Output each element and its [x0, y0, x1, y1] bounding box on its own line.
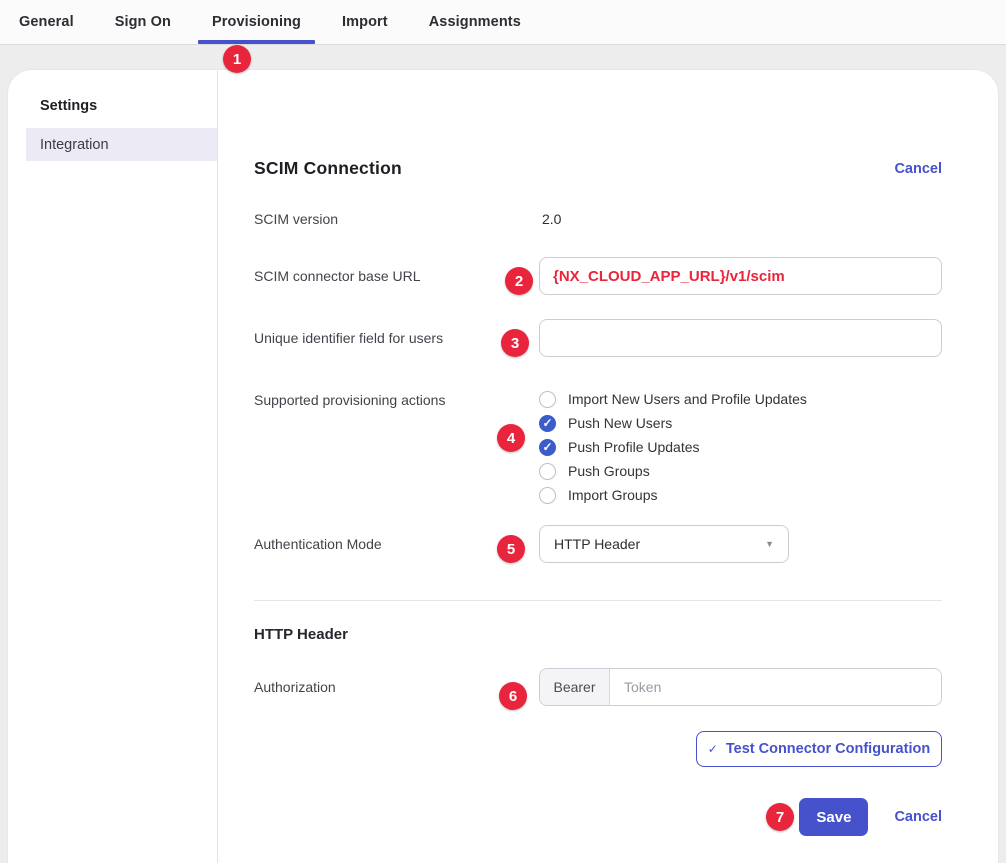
check-icon: ✓	[708, 742, 718, 756]
checkbox-icon[interactable]	[539, 439, 556, 456]
app-tab-bar: General Sign On Provisioning Import Assi…	[0, 0, 1006, 45]
checkbox-icon[interactable]	[539, 463, 556, 480]
tab-import[interactable]: Import	[340, 0, 390, 44]
option-label: Push Profile Updates	[568, 439, 700, 455]
section-divider	[254, 600, 942, 601]
panel-title: SCIM Connection	[254, 158, 402, 179]
auth-mode-select[interactable]: HTTP Header ▼	[539, 525, 789, 563]
step-badge-7: 7	[766, 803, 794, 831]
scim-version-label: SCIM version	[254, 211, 338, 227]
cancel-link-top[interactable]: Cancel	[894, 161, 942, 177]
checkbox-icon[interactable]	[539, 487, 556, 504]
option-label: Push Groups	[568, 463, 650, 479]
option-push-new-users[interactable]: Push New Users	[539, 411, 807, 435]
token-input[interactable]	[610, 669, 941, 705]
option-label: Push New Users	[568, 415, 672, 431]
sidebar-header: Settings	[8, 98, 217, 114]
chevron-down-icon: ▼	[765, 539, 774, 549]
option-label: Import New Users and Profile Updates	[568, 391, 807, 407]
step-badge-3: 3	[501, 329, 529, 357]
option-import-groups[interactable]: Import Groups	[539, 483, 807, 507]
step-badge-1: 1	[223, 45, 251, 73]
scim-connection-form: SCIM Connection Cancel SCIM version 2.0 …	[218, 70, 998, 863]
step-badge-5: 5	[497, 535, 525, 563]
option-import-new-users[interactable]: Import New Users and Profile Updates	[539, 387, 807, 411]
unique-id-input[interactable]	[539, 319, 942, 357]
checkbox-icon[interactable]	[539, 391, 556, 408]
authorization-input-group: Bearer	[539, 668, 942, 706]
option-push-groups[interactable]: Push Groups	[539, 459, 807, 483]
auth-mode-value: HTTP Header	[554, 536, 640, 552]
option-push-profile-updates[interactable]: Push Profile Updates	[539, 435, 807, 459]
checkbox-icon[interactable]	[539, 415, 556, 432]
tab-assignments[interactable]: Assignments	[427, 0, 523, 44]
tab-general[interactable]: General	[17, 0, 76, 44]
step-badge-4: 4	[497, 424, 525, 452]
base-url-label: SCIM connector base URL	[254, 268, 421, 284]
form-footer: Save Cancel	[254, 798, 942, 836]
step-badge-2: 2	[505, 267, 533, 295]
test-connector-button[interactable]: ✓ Test Connector Configuration	[696, 731, 942, 767]
authorization-label: Authorization	[254, 679, 336, 695]
bearer-prefix: Bearer	[540, 669, 610, 705]
step-badge-6: 6	[499, 682, 527, 710]
tab-sign-on[interactable]: Sign On	[113, 0, 173, 44]
scim-version-value: 2.0	[542, 211, 561, 227]
test-connector-label: Test Connector Configuration	[726, 741, 930, 757]
auth-mode-label: Authentication Mode	[254, 536, 382, 552]
provisioning-panel: Settings Integration SCIM Connection Can…	[8, 70, 998, 863]
sidebar-item-integration[interactable]: Integration	[26, 128, 217, 161]
option-label: Import Groups	[568, 487, 657, 503]
provisioning-page: General Sign On Provisioning Import Assi…	[0, 0, 1006, 863]
actions-checkbox-group: Import New Users and Profile Updates Pus…	[539, 387, 807, 507]
save-button[interactable]: Save	[799, 798, 868, 836]
unique-id-label: Unique identifier field for users	[254, 330, 443, 346]
base-url-input[interactable]	[539, 257, 942, 295]
http-header-section-title: HTTP Header	[254, 626, 348, 643]
settings-sidebar: Settings Integration	[8, 70, 218, 863]
actions-label: Supported provisioning actions	[254, 392, 445, 408]
cancel-link-bottom[interactable]: Cancel	[894, 809, 942, 825]
tab-provisioning[interactable]: Provisioning	[210, 0, 303, 44]
